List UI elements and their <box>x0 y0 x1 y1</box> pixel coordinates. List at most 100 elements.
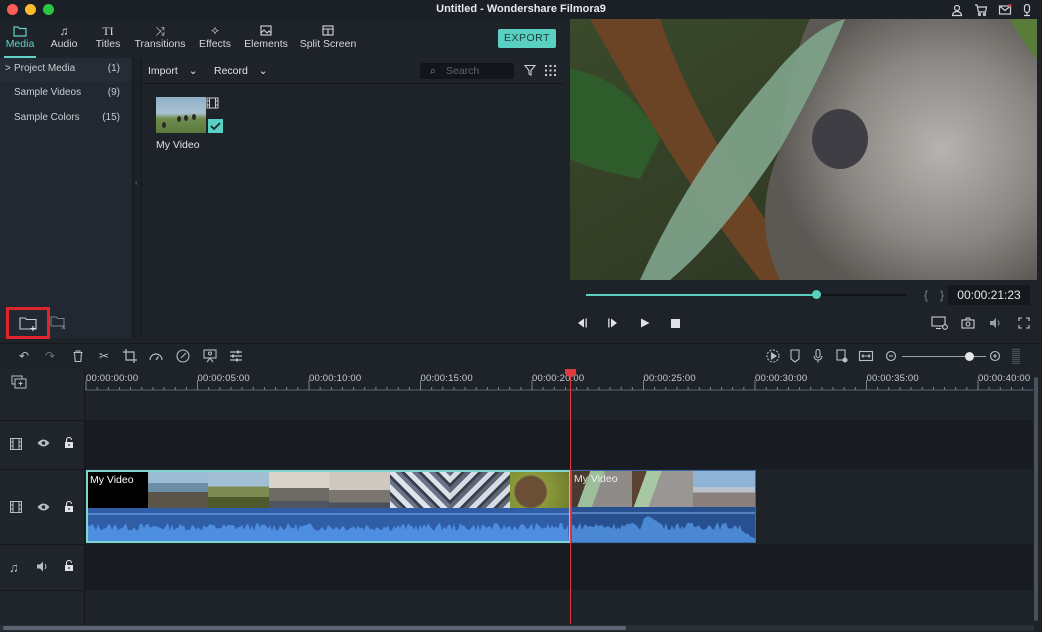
filter-button[interactable] <box>524 64 536 76</box>
cart-icon[interactable] <box>974 3 988 17</box>
track-lane-audio-1 <box>85 544 1033 590</box>
record-label: Record <box>214 65 248 77</box>
import-dropdown[interactable]: Import ⌄ <box>148 65 198 77</box>
music-note-icon: ♫ <box>9 560 19 575</box>
add-track-button[interactable] <box>11 375 27 389</box>
visibility-eye-icon[interactable] <box>37 502 50 512</box>
voiceover-button[interactable] <box>810 348 826 364</box>
grid-view-button[interactable] <box>545 65 556 76</box>
timeline-zoom-slider[interactable] <box>902 352 986 361</box>
green-screen-button[interactable] <box>202 348 218 364</box>
stop-button[interactable] <box>670 318 681 329</box>
fullscreen-button[interactable] <box>1018 317 1030 329</box>
sidebar-item-count: (9) <box>107 87 120 98</box>
ruler-time-label: 00:00:10:00 <box>309 373 362 384</box>
preview-progress-track[interactable] <box>586 290 906 299</box>
marker-button[interactable] <box>787 348 803 364</box>
timeline-vertical-scrollbar[interactable] <box>1034 377 1038 621</box>
mark-in-button[interactable]: { <box>924 288 928 302</box>
color-button[interactable] <box>175 348 191 364</box>
play-icon <box>641 318 650 328</box>
tab-effects[interactable]: ✧ Effects <box>195 20 235 58</box>
tab-label: Split Screen <box>299 38 357 50</box>
playhead-line[interactable] <box>570 378 571 624</box>
download-icon[interactable] <box>1020 3 1034 17</box>
tab-audio[interactable]: ♫ Audio <box>46 20 82 58</box>
tab-titles[interactable]: TI Titles <box>90 20 126 58</box>
fullscreen-icon <box>1018 317 1030 329</box>
search-input[interactable]: ⌕ Search <box>420 63 514 79</box>
zoom-in-button[interactable] <box>987 348 1003 364</box>
render-icon <box>766 349 780 363</box>
zoom-out-button[interactable] <box>883 348 899 364</box>
speed-button[interactable] <box>148 348 164 364</box>
tab-split-screen[interactable]: Split Screen <box>298 20 358 58</box>
sliders-icon <box>230 350 242 362</box>
mail-icon[interactable] <box>998 3 1012 17</box>
new-folder-button[interactable] <box>6 307 50 339</box>
folder-icon <box>2 20 38 38</box>
transition-icon: ⤨ <box>155 24 165 38</box>
split-button[interactable]: ✂ <box>96 348 112 364</box>
visibility-eye-icon[interactable] <box>37 438 50 448</box>
timeline-clip[interactable]: My Video <box>571 470 756 543</box>
search-icon: ⌕ <box>430 65 436 77</box>
microphone-icon <box>813 348 823 363</box>
color-palette-icon <box>176 349 190 363</box>
search-placeholder: Search <box>446 65 480 77</box>
effects-icon: ✧ <box>209 24 221 38</box>
crop-button[interactable] <box>122 348 138 364</box>
clip-thumbnails <box>88 472 569 508</box>
ruler-time-label: 00:00:25:00 <box>643 373 696 384</box>
sidebar-item-sample-videos[interactable]: Sample Videos (9) <box>0 82 132 106</box>
delete-button[interactable] <box>70 348 86 364</box>
track-header-empty <box>0 590 85 625</box>
sidebar-item-project-media[interactable]: > Project Media (1) <box>0 58 132 82</box>
ruler-time-label: 00:00:30:00 <box>755 373 808 384</box>
sidebar-item-label: Project Media <box>14 63 76 74</box>
sidebar-collapse-handle[interactable]: ‹ <box>133 58 142 338</box>
ruler-time-label: 00:00:15:00 <box>420 373 473 384</box>
redo-button[interactable]: ↷ <box>42 348 58 364</box>
track-header-empty <box>0 394 85 420</box>
timeline-horizontal-scrollbar[interactable] <box>3 626 626 630</box>
step-back-icon <box>578 318 587 328</box>
media-item[interactable]: My Video <box>156 97 224 151</box>
unlock-icon[interactable] <box>64 437 74 449</box>
timeline-clip[interactable]: My Video <box>86 470 571 543</box>
render-button[interactable] <box>765 348 781 364</box>
split-screen-icon <box>298 20 358 38</box>
volume-icon <box>990 318 1000 328</box>
play-button[interactable] <box>639 317 651 329</box>
audio-ducking-button[interactable] <box>834 348 850 364</box>
unlock-icon[interactable] <box>64 501 74 513</box>
unlock-icon[interactable] <box>64 560 74 572</box>
fit-timeline-button[interactable] <box>858 348 874 364</box>
tab-media[interactable]: Media <box>2 20 38 58</box>
add-track-icon <box>11 375 27 389</box>
snapshot-button[interactable] <box>961 317 975 329</box>
next-frame-button[interactable] <box>607 317 619 329</box>
step-forward-icon <box>608 318 617 328</box>
audio-mixer-button[interactable] <box>228 348 244 364</box>
delete-folder-button[interactable] <box>50 313 68 331</box>
music-note-icon: ♫ <box>59 24 69 38</box>
render-preview-button[interactable] <box>931 316 949 330</box>
track-header-video-1 <box>0 469 85 544</box>
record-dropdown[interactable]: Record ⌄ <box>214 65 268 77</box>
crop-icon <box>123 349 137 363</box>
previous-frame-button[interactable] <box>576 317 588 329</box>
undo-button[interactable]: ↶ <box>16 348 32 364</box>
media-item-name: My Video <box>156 139 200 151</box>
audio-volume-icon[interactable] <box>36 561 49 572</box>
sidebar-item-sample-colors[interactable]: Sample Colors (15) <box>0 107 132 131</box>
clip-label: My Video <box>574 473 618 485</box>
sidebar-item-count: (1) <box>107 63 120 74</box>
tab-elements[interactable]: Elements <box>242 20 290 58</box>
mark-out-button[interactable]: } <box>940 288 944 302</box>
account-icon[interactable] <box>950 3 964 17</box>
panel-resize-handle[interactable] <box>1012 348 1020 364</box>
tab-transitions[interactable]: ⤨ Transitions <box>133 20 187 58</box>
volume-button[interactable] <box>989 317 1003 329</box>
export-button[interactable]: EXPORT <box>498 29 556 48</box>
